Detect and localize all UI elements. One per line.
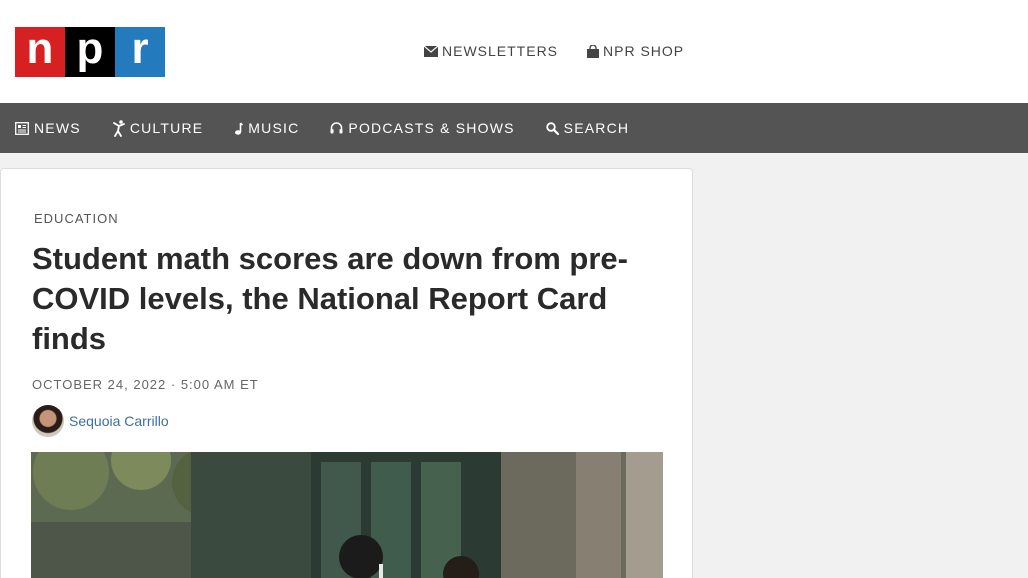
main-nav: NEWS CULTURE MUSIC PODCASTS & SHOWS SEAR… <box>0 103 1028 153</box>
author-link[interactable]: Sequoia Carrillo <box>69 413 169 429</box>
article-dateline: OCTOBER 24, 2022 · 5:00 AM ET <box>32 377 259 392</box>
news-icon <box>15 121 29 135</box>
nav-item-music-label: MUSIC <box>248 120 300 136</box>
music-note-icon <box>235 122 244 135</box>
headphones-icon <box>330 122 343 134</box>
top-header: n p r NEWSLETTERS NPR SHOP <box>0 0 1028 103</box>
newsletters-label: NEWSLETTERS <box>442 43 559 59</box>
nav-item-music[interactable]: MUSIC <box>234 120 299 136</box>
logo-letter-r: r <box>115 27 165 77</box>
article-headline: Student math scores are down from pre-CO… <box>32 241 628 356</box>
npr-logo[interactable]: n p r <box>15 27 165 77</box>
shopping-bag-icon <box>587 44 600 58</box>
newsletters-link[interactable]: NEWSLETTERS <box>424 43 558 59</box>
nav-item-search[interactable]: SEARCH <box>545 120 630 136</box>
nav-item-culture-label: CULTURE <box>129 120 204 136</box>
nav-item-search-label: SEARCH <box>563 120 630 136</box>
byline: Sequoia Carrillo <box>32 405 169 437</box>
nav-item-news-label: NEWS <box>34 120 81 136</box>
nav-item-podcasts-label: PODCASTS & SHOWS <box>348 120 515 136</box>
article-slug[interactable]: EDUCATION <box>34 211 119 226</box>
article-photo-image <box>31 452 663 578</box>
nav-item-news[interactable]: NEWS <box>15 120 81 136</box>
culture-icon <box>112 119 125 137</box>
search-icon <box>545 121 559 135</box>
envelope-icon <box>424 45 438 57</box>
article-photo <box>31 452 663 578</box>
logo-letter-p: p <box>65 27 115 77</box>
nav-item-culture[interactable]: CULTURE <box>112 119 204 137</box>
author-avatar <box>32 405 64 437</box>
header-links: NEWSLETTERS NPR SHOP <box>424 43 684 59</box>
npr-shop-link[interactable]: NPR SHOP <box>587 43 684 59</box>
npr-shop-label: NPR SHOP <box>603 43 685 59</box>
logo-letter-n: n <box>15 27 65 77</box>
nav-item-podcasts[interactable]: PODCASTS & SHOWS <box>330 120 514 136</box>
article-card: EDUCATION Student math scores are down f… <box>0 168 693 578</box>
